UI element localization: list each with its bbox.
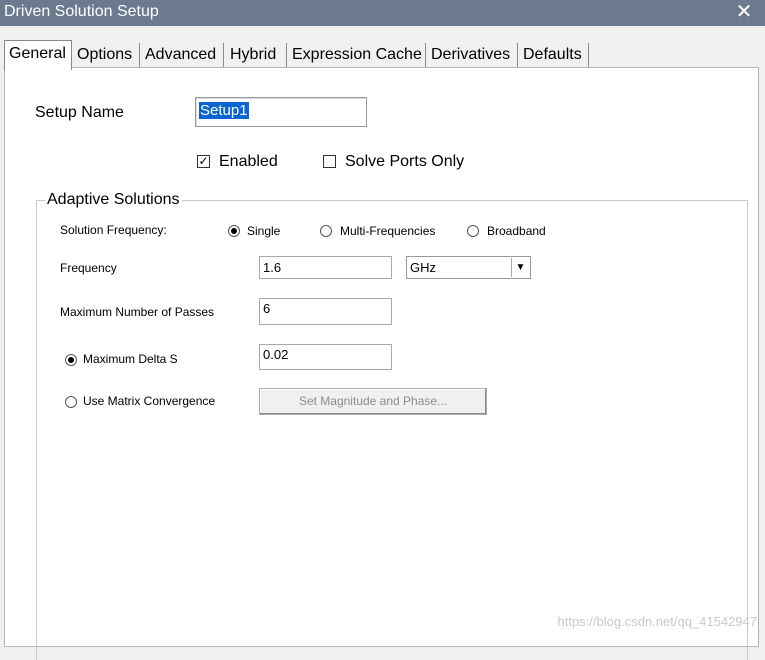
radio-multi-frequencies[interactable]: [320, 225, 332, 237]
max-passes-label: Maximum Number of Passes: [60, 305, 215, 319]
window-title: Driven Solution Setup: [4, 3, 159, 20]
enabled-checkbox[interactable]: ✓: [197, 155, 210, 168]
frequency-unit-select[interactable]: GHz ▼: [406, 256, 531, 279]
adaptive-solutions-title: Adaptive Solutions: [45, 191, 182, 209]
radio-matrix-convergence[interactable]: [65, 396, 77, 408]
watermark: https://blog.csdn.net/qq_41542947: [557, 614, 758, 629]
adaptive-solutions-group: Adaptive Solutions Solution Frequency: S…: [36, 191, 748, 660]
solution-frequency-label: Solution Frequency:: [60, 223, 167, 237]
enabled-label: Enabled: [219, 153, 278, 170]
radio-broadband[interactable]: [467, 225, 479, 237]
max-passes-input[interactable]: 6: [259, 298, 392, 325]
tab-defaults[interactable]: Defaults: [519, 43, 589, 68]
max-delta-s-input[interactable]: 0.02: [259, 344, 392, 370]
tab-bar: General Options Advanced Hybrid Expressi…: [0, 40, 765, 70]
frequency-input[interactable]: 1.6: [259, 256, 392, 279]
tab-general[interactable]: General: [4, 40, 72, 70]
tab-options[interactable]: Options: [73, 43, 140, 68]
frequency-unit-value: GHz: [410, 260, 436, 275]
set-magnitude-phase-button[interactable]: Set Magnitude and Phase...: [259, 388, 487, 415]
chevron-down-icon: ▼: [511, 258, 529, 277]
matrix-convergence-label: Use Matrix Convergence: [83, 394, 216, 408]
radio-multi-frequencies-label: Multi-Frequencies: [340, 224, 436, 238]
frequency-label: Frequency: [60, 261, 117, 275]
radio-broadband-label: Broadband: [487, 224, 546, 238]
radio-single-label: Single: [247, 224, 281, 238]
tab-advanced[interactable]: Advanced: [141, 43, 224, 68]
solve-ports-only-checkbox[interactable]: [323, 155, 336, 168]
solve-ports-only-label: Solve Ports Only: [345, 153, 465, 170]
general-panel: Setup Name Setup1 ✓ Enabled Solve Ports …: [4, 67, 759, 660]
max-delta-s-label: Maximum Delta S: [83, 352, 178, 366]
radio-single[interactable]: [228, 225, 240, 237]
setup-name-input[interactable]: Setup1: [195, 97, 367, 127]
title-bar: Driven Solution Setup ✕: [0, 0, 765, 26]
tab-expression-cache[interactable]: Expression Cache: [288, 43, 426, 68]
radio-max-delta-s[interactable]: [65, 354, 77, 366]
setup-name-value: Setup1: [199, 102, 249, 119]
close-icon[interactable]: ✕: [733, 1, 755, 23]
tab-hybrid[interactable]: Hybrid: [226, 43, 287, 68]
setup-name-label: Setup Name: [35, 104, 124, 121]
tab-derivatives[interactable]: Derivatives: [427, 43, 518, 68]
